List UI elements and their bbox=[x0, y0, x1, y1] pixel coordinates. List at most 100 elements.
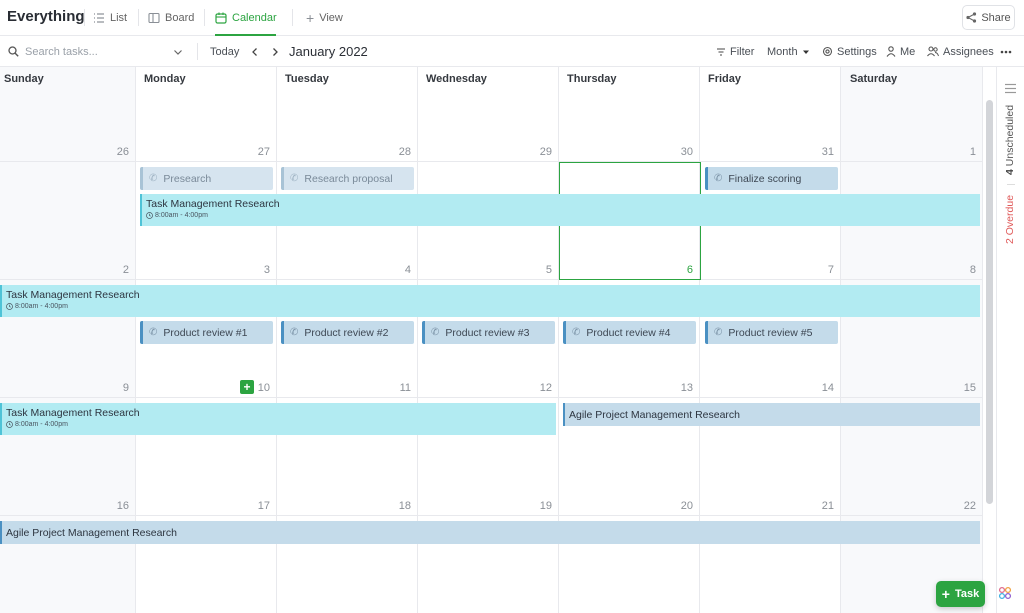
day-number: 27 bbox=[257, 146, 270, 158]
list-icon bbox=[94, 13, 104, 23]
gear-icon bbox=[822, 46, 833, 57]
more-options-button[interactable] bbox=[1000, 36, 1012, 67]
add-view-button[interactable]: + View bbox=[306, 0, 343, 36]
weekday-header: Friday bbox=[708, 73, 742, 85]
chevron-right-icon bbox=[273, 47, 278, 56]
phone-icon: ✆ bbox=[290, 173, 299, 184]
calendar-icon bbox=[215, 12, 227, 24]
board-icon bbox=[148, 12, 160, 24]
event-bar[interactable]: Task Management Research 8:00am - 4:00pm bbox=[0, 403, 556, 435]
event-bar[interactable]: Agile Project Management Research bbox=[0, 521, 980, 544]
caret-down-icon bbox=[802, 50, 809, 54]
day-cell[interactable]: Friday 31 bbox=[700, 67, 841, 162]
phone-icon: ✆ bbox=[572, 327, 581, 338]
view-mode-dropdown[interactable]: Month bbox=[767, 36, 810, 67]
settings-button[interactable]: Settings bbox=[822, 36, 877, 67]
task-chip[interactable]: ✆ Product review #5 bbox=[705, 321, 838, 344]
task-name: Finalize scoring bbox=[728, 172, 802, 185]
weekday-header: Monday bbox=[144, 73, 186, 85]
day-cell[interactable]: Sunday 26 bbox=[0, 67, 136, 162]
day-number: 18 bbox=[398, 500, 411, 512]
divider bbox=[1007, 184, 1015, 185]
prev-month-button[interactable] bbox=[250, 36, 260, 67]
task-chip[interactable]: ✆ Product review #3 bbox=[422, 321, 555, 344]
overdue-label: Overdue bbox=[1004, 194, 1016, 236]
task-chip[interactable]: ✆ Finalize scoring bbox=[705, 167, 838, 190]
day-cell[interactable]: Wednesday 29 bbox=[418, 67, 559, 162]
tab-label: View bbox=[319, 12, 343, 24]
day-cell[interactable]: 2 bbox=[0, 162, 136, 280]
current-month: January 2022 bbox=[289, 36, 368, 67]
task-chip[interactable]: ✆ Product review #1 bbox=[140, 321, 273, 344]
overdue-tab[interactable]: 2 Overdue bbox=[1004, 195, 1016, 244]
event-time: 8:00am - 4:00pm bbox=[6, 421, 556, 428]
overdue-count: 2 bbox=[1004, 238, 1016, 244]
divider bbox=[204, 9, 205, 26]
phone-icon: ✆ bbox=[149, 173, 158, 184]
task-chip[interactable]: ✆ Presearch bbox=[140, 167, 273, 190]
tab-board[interactable]: Board bbox=[148, 0, 194, 36]
divider bbox=[84, 9, 85, 26]
me-filter-button[interactable]: Me bbox=[886, 36, 915, 67]
search-box bbox=[8, 36, 188, 67]
today-button[interactable]: Today bbox=[210, 36, 239, 67]
next-month-button[interactable] bbox=[270, 36, 280, 67]
filter-button[interactable]: Filter bbox=[716, 36, 754, 67]
tab-label: Board bbox=[165, 12, 195, 24]
top-bar: Everything List Board Calendar + View Sh… bbox=[0, 0, 1024, 36]
unscheduled-label: Unscheduled bbox=[1004, 104, 1016, 167]
share-button[interactable]: Share bbox=[962, 5, 1015, 30]
day-number: 3 bbox=[263, 264, 270, 276]
add-task-day-button[interactable]: + bbox=[240, 380, 254, 394]
day-cell[interactable]: Saturday 1 bbox=[841, 67, 983, 162]
apps-icon[interactable] bbox=[998, 586, 1012, 600]
today-label: Today bbox=[210, 45, 240, 58]
day-cell[interactable]: Tuesday 28 bbox=[277, 67, 418, 162]
tab-list[interactable]: List bbox=[93, 0, 127, 36]
me-label: Me bbox=[900, 45, 916, 58]
task-chip[interactable]: ✆ Research proposal bbox=[281, 167, 414, 190]
event-bar[interactable]: Task Management Research 8:00am - 4:00pm bbox=[0, 285, 980, 317]
users-icon bbox=[927, 46, 939, 57]
day-number: 15 bbox=[963, 382, 976, 394]
event-time-label: 8:00am - 4:00pm bbox=[155, 212, 208, 219]
assignees-label: Assignees bbox=[943, 45, 994, 58]
day-number: 11 bbox=[399, 382, 411, 394]
scrollbar[interactable] bbox=[986, 100, 993, 504]
task-name: Product review #3 bbox=[445, 326, 530, 339]
event-time: 8:00am - 4:00pm bbox=[146, 212, 980, 219]
event-time: 8:00am - 4:00pm bbox=[6, 303, 980, 310]
search-input[interactable] bbox=[25, 45, 165, 58]
menu-icon[interactable] bbox=[1004, 83, 1017, 94]
weekday-header: Sunday bbox=[4, 73, 44, 85]
tab-calendar[interactable]: Calendar bbox=[215, 0, 277, 36]
plus-icon: + bbox=[243, 380, 251, 394]
task-name: Product review #2 bbox=[304, 326, 389, 339]
tab-label: List bbox=[110, 12, 128, 24]
assignees-button[interactable]: Assignees bbox=[927, 36, 994, 67]
event-bar[interactable]: Agile Project Management Research bbox=[563, 403, 980, 426]
task-chip[interactable]: ✆ Product review #4 bbox=[563, 321, 696, 344]
event-time-label: 8:00am - 4:00pm bbox=[15, 303, 68, 310]
day-number: 22 bbox=[963, 500, 976, 512]
divider bbox=[138, 9, 139, 26]
share-label: Share bbox=[981, 11, 1011, 24]
add-task-label: Task bbox=[954, 588, 980, 600]
event-name: Agile Project Management Research bbox=[569, 408, 741, 421]
task-chip[interactable]: ✆ Product review #2 bbox=[281, 321, 414, 344]
phone-icon: ✆ bbox=[290, 327, 299, 338]
event-bar[interactable]: Task Management Research 8:00am - 4:00pm bbox=[140, 194, 980, 226]
unscheduled-count: 4 bbox=[1004, 169, 1016, 175]
divider bbox=[197, 43, 198, 60]
event-name: Task Management Research bbox=[146, 198, 280, 210]
search-options-dropdown[interactable] bbox=[173, 36, 183, 67]
day-number: 2 bbox=[122, 264, 129, 276]
unscheduled-tab[interactable]: 4 Unscheduled bbox=[1004, 105, 1016, 175]
day-number: 7 bbox=[827, 264, 834, 276]
day-number: 29 bbox=[539, 146, 552, 158]
filter-icon bbox=[717, 47, 725, 56]
add-task-button[interactable]: + Task bbox=[936, 581, 985, 607]
day-cell[interactable]: Thursday 30 bbox=[559, 67, 700, 162]
phone-icon: ✆ bbox=[431, 327, 440, 338]
day-cell[interactable]: Monday 27 bbox=[136, 67, 277, 162]
